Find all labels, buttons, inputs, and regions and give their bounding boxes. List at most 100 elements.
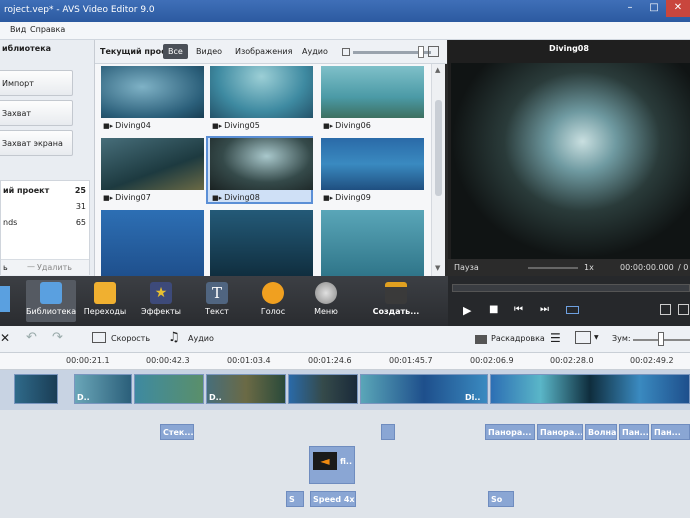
undo-icon[interactable]: ↶ — [26, 330, 37, 345]
preview-video[interactable] — [451, 63, 690, 259]
library-tabs-bar: Текущий прое... Все Видео Изображения Ау… — [95, 40, 447, 64]
redo-icon[interactable]: ↷ — [52, 330, 63, 345]
toolbar-library[interactable]: Библиотека — [26, 280, 76, 322]
text-clip[interactable]: S — [286, 491, 304, 507]
audio-mixer-icon[interactable]: ☰ — [550, 331, 561, 345]
effect-clip[interactable]: Пан... — [651, 424, 690, 440]
speed-button[interactable]: Скорость — [111, 334, 150, 343]
overlay-clip[interactable]: ◄ fi.. — [309, 446, 355, 484]
timeline-scrubber[interactable] — [452, 284, 690, 292]
project-row[interactable]: nds 65 — [1, 215, 89, 229]
preview-panel: Diving08 — [448, 40, 690, 276]
preview-volume-slider[interactable] — [528, 267, 578, 269]
effect-clip[interactable]: Стек... — [160, 424, 194, 440]
video-track: D.. D.. Di.. — [0, 370, 690, 410]
ruler-tick: 00:02:28.0 — [550, 356, 594, 365]
text-clip[interactable]: Speed 4x — [310, 491, 356, 507]
aspect-ratio-icon[interactable] — [575, 331, 591, 344]
video-clip[interactable] — [14, 374, 58, 404]
effect-clip[interactable]: Пан... — [619, 424, 649, 440]
fullscreen-icon[interactable] — [566, 306, 579, 314]
toolbar-create[interactable]: Создать... — [364, 280, 428, 322]
media-thumbnail[interactable]: ■▸ Diving05 — [206, 64, 313, 132]
stop-icon[interactable]: ■ — [489, 304, 498, 315]
maximize-button[interactable]: □ — [643, 0, 665, 17]
media-thumbnail[interactable]: ■▸ Diving04 — [97, 64, 204, 132]
playback-speed[interactable]: 1x — [584, 263, 594, 272]
capture-button[interactable]: Захват — [0, 100, 73, 126]
delete-button[interactable]: Удалить — [37, 263, 72, 272]
add-button[interactable]: ь — [3, 263, 8, 272]
tab-all[interactable]: Все — [163, 44, 188, 59]
thumbnail-image — [101, 210, 204, 278]
thumbnail-image — [101, 138, 204, 190]
toolbar-menu[interactable]: Меню — [306, 280, 346, 322]
menu-view[interactable]: Вид — [10, 25, 26, 34]
thumbnail-large-icon[interactable] — [428, 46, 439, 57]
video-clip[interactable]: D.. — [74, 374, 132, 404]
thumbnail-label: Diving07 — [115, 193, 151, 202]
toolbar-label: Эффекты — [141, 307, 181, 316]
effect-clip[interactable]: Панора... — [485, 424, 535, 440]
audio-button[interactable]: Аудио — [188, 334, 214, 343]
toolbar-voice[interactable]: Голос — [252, 280, 294, 322]
thumbnail-size-handle[interactable] — [418, 46, 424, 58]
media-thumbnail[interactable] — [97, 208, 204, 278]
media-thumbnail[interactable]: ■▸ Diving07 — [97, 136, 204, 204]
thumbnail-image — [101, 66, 204, 118]
next-frame-icon[interactable]: ⏭ — [540, 304, 549, 315]
effect-clip[interactable] — [381, 424, 395, 440]
detach-preview-icon[interactable] — [678, 304, 689, 315]
toolbar-effects[interactable]: ★ Эффекты — [138, 280, 184, 322]
thumbnail-image — [210, 210, 313, 278]
toolbar-text[interactable]: T Текст — [196, 280, 238, 322]
effect-clip[interactable]: Волна — [585, 424, 617, 440]
clip-label: D.. — [77, 393, 90, 402]
video-camera-icon: ■▸ — [212, 122, 223, 130]
menu-help[interactable]: Справка — [30, 25, 65, 34]
media-thumbnail-selected[interactable]: ■▸ Diving08 — [206, 136, 313, 204]
previous-frame-icon[interactable]: ⏮ — [514, 304, 523, 315]
screen-capture-button[interactable]: Захват экрана — [0, 130, 73, 156]
media-grid-scrollbar[interactable]: ▲ ▼ — [431, 64, 445, 276]
media-thumbnail[interactable] — [317, 208, 424, 278]
storyboard-button[interactable]: Раскадровка — [491, 334, 545, 343]
thumbnail-label: Diving05 — [224, 121, 260, 130]
video-clip[interactable]: Di.. — [360, 374, 488, 404]
project-row-current[interactable]: ий проект 25 — [1, 183, 89, 197]
tab-images[interactable]: Изображения — [230, 44, 297, 59]
video-clip[interactable]: D.. — [206, 374, 286, 404]
toolbar-transitions[interactable]: Переходы — [82, 280, 128, 322]
import-button[interactable]: Импорт — [0, 70, 73, 96]
tab-audio[interactable]: Аудио — [297, 44, 333, 59]
text-clip[interactable]: So — [488, 491, 514, 507]
video-clip[interactable] — [490, 374, 690, 404]
video-clip[interactable] — [134, 374, 204, 404]
media-thumbnail[interactable] — [206, 208, 313, 278]
close-button[interactable]: ✕ — [666, 0, 690, 17]
project-row[interactable]: 31 — [1, 199, 89, 213]
toolbar-label: Библиотека — [26, 307, 77, 316]
timeline-tracks: D.. D.. Di.. Стек... Панора... Панора...… — [0, 370, 690, 518]
video-clip[interactable] — [288, 374, 358, 404]
timeline-ruler[interactable]: 00:00:21.1 00:00:42.3 00:01:03.4 00:01:2… — [0, 353, 690, 370]
project-row-count: 31 — [75, 202, 86, 211]
media-thumbnail[interactable]: ■▸ Diving09 — [317, 136, 424, 204]
fish-image-icon: ◄ — [313, 452, 337, 470]
snapshot-icon[interactable] — [660, 304, 671, 315]
close-icon[interactable]: ✕ — [0, 331, 10, 345]
thumbnail-image — [210, 138, 313, 190]
tab-video[interactable]: Видео — [191, 44, 227, 59]
chevron-down-icon[interactable]: ▼ — [594, 334, 599, 341]
video-camera-icon: ■▸ — [103, 194, 114, 202]
effect-clip[interactable]: Панора... — [537, 424, 583, 440]
scroll-down-icon[interactable]: ▼ — [435, 264, 440, 272]
scrollbar-thumb[interactable] — [435, 100, 442, 196]
minimize-button[interactable]: – — [618, 0, 642, 17]
thumbnail-size-icon[interactable] — [342, 48, 350, 56]
play-icon[interactable]: ▶ — [463, 304, 471, 317]
transitions-icon — [94, 282, 116, 304]
media-thumbnail[interactable]: ■▸ Diving06 — [317, 64, 424, 132]
scroll-up-icon[interactable]: ▲ — [435, 66, 440, 74]
zoom-handle[interactable] — [658, 332, 664, 346]
